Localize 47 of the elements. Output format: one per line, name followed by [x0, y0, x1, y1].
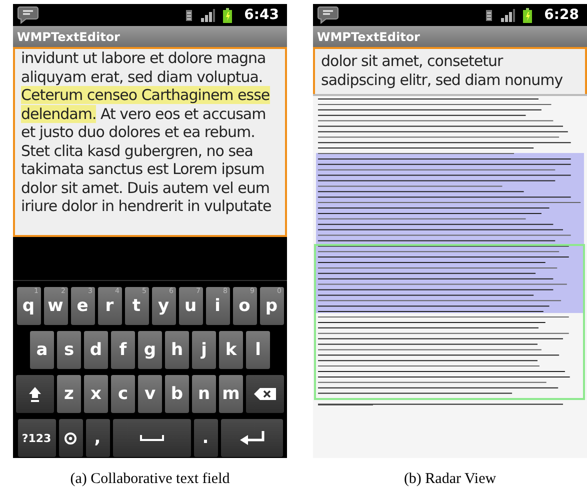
letter-key[interactable]: d: [84, 331, 108, 369]
letter-key[interactable]: l: [246, 331, 270, 369]
figure-caption: (a) Collaborative text field: [70, 472, 230, 487]
chat-bubble-icon: [317, 6, 339, 24]
punctuation-key[interactable]: .: [194, 419, 218, 457]
editor-text: dolor sit amet, consetetur sadipscing elitr, sed diam nonumy: [321, 52, 564, 90]
shift-arrow-icon: [28, 386, 42, 402]
network-icon: [185, 8, 194, 22]
text-editor-field[interactable]: dolor sit amet, consetetur sadipscing elitr, sed diam nonumy: [313, 47, 587, 94]
app-title: WMPTextEditor: [317, 30, 420, 42]
text-editor-field[interactable]: [13, 47, 287, 237]
letter-key[interactable]: s: [57, 331, 81, 369]
settings-icon: [64, 432, 77, 444]
battery-icon: [523, 8, 532, 22]
letter-key[interactable]: m: [219, 375, 243, 413]
backspace-icon: [254, 388, 276, 400]
letter-key[interactable]: h: [165, 331, 189, 369]
enter-key[interactable]: [220, 419, 282, 457]
letter-key[interactable]: g: [138, 331, 162, 369]
letter-key[interactable]: b: [165, 375, 189, 413]
shift-key[interactable]: [16, 375, 54, 413]
clock-time: 6:43: [244, 8, 279, 22]
signal-icon: [501, 8, 516, 22]
letter-key[interactable]: c: [111, 375, 135, 413]
figure-caption: (b) Radar View: [404, 472, 496, 487]
editor-text: invidunt ut labore et dolore magna aliquyam erat, sed diam voluptua. Ceterum censeo Carthaginem esse delendam. At vero eos et accusam et justo duo dolores et ea rebum. Stet clita kasd gubergren, no sea takimata sanctus est Lorem ipsum dolor sit amet. Duis autem vel eum iriure dolor in hendrerit in vulputate: [21, 49, 272, 216]
network-icon: [485, 8, 494, 22]
signal-icon: [201, 8, 216, 22]
clock-time: 6:28: [544, 8, 579, 22]
letter-key[interactable]: v: [138, 375, 162, 413]
chat-bubble-icon: [17, 6, 39, 24]
letter-key[interactable]: j: [192, 331, 216, 369]
space-key[interactable]: [112, 419, 190, 457]
punctuation-key[interactable]: ,: [86, 419, 110, 457]
app-title: WMPTextEditor: [17, 30, 120, 42]
letter-key[interactable]: n: [192, 375, 216, 413]
settings-key[interactable]: [58, 419, 82, 457]
letter-key[interactable]: f: [111, 331, 135, 369]
battery-icon: [223, 8, 232, 22]
letter-key[interactable]: z: [57, 375, 81, 413]
symbols-key[interactable]: ?123: [18, 419, 56, 457]
enter-arrow-icon: [238, 431, 264, 445]
letter-key[interactable]: x: [84, 375, 108, 413]
backspace-key[interactable]: [246, 375, 284, 413]
letter-key[interactable]: k: [219, 331, 243, 369]
space-bar-icon: [140, 435, 164, 441]
letter-key[interactable]: a: [30, 331, 54, 369]
